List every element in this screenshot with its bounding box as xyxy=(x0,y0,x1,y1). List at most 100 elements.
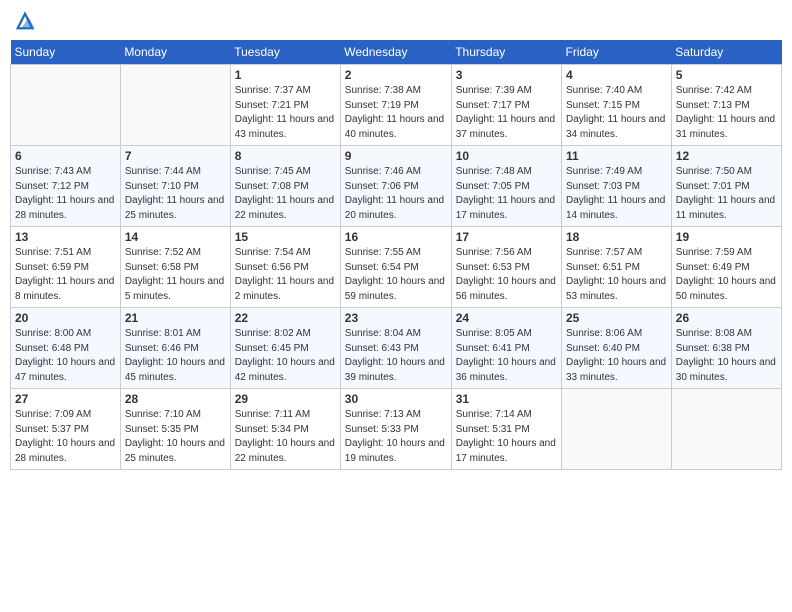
calendar-cell: 16Sunrise: 7:55 AM Sunset: 6:54 PM Dayli… xyxy=(340,227,451,308)
calendar-cell: 10 Sunrise: 7:48 AM Sunset: 7:05 PM Dayli… xyxy=(451,146,561,227)
calendar-cell: 29 Sunrise: 7:11 AM Sunset: 5:34 PM Dayli… xyxy=(230,389,340,470)
calendar-cell: 17 Sunrise: 7:56 AM Sunset: 6:53 PM Dayli… xyxy=(451,227,561,308)
day-number: 10 xyxy=(456,149,557,163)
calendar-cell: 4Sunrise: 7:40 AM Sunset: 7:15 PM Daylig… xyxy=(562,65,672,146)
day-number: 4 xyxy=(566,68,667,82)
calendar-cell: 20 Sunrise: 8:00 AM Sunset: 6:48 PM Dayli… xyxy=(11,308,121,389)
day-info: Sunrise: 7:14 AM Sunset: 5:31 PM Dayligh… xyxy=(456,408,557,466)
calendar-cell: 7Sunrise: 7:44 AM Sunset: 7:10 PM Daylig… xyxy=(120,146,230,227)
day-number: 15 xyxy=(235,230,336,244)
calendar-cell xyxy=(11,65,121,146)
day-number: 8 xyxy=(235,149,336,163)
day-info: Sunrise: 8:08 AM Sunset: 6:38 PM Dayligh… xyxy=(676,327,777,385)
day-number: 22 xyxy=(235,311,336,325)
day-number: 30 xyxy=(345,392,447,406)
day-number: 28 xyxy=(125,392,226,406)
day-info: Sunrise: 7:57 AM Sunset: 6:51 PM Dayligh… xyxy=(566,246,667,304)
day-number: 19 xyxy=(676,230,777,244)
day-number: 12 xyxy=(676,149,777,163)
day-of-week-header: Saturday xyxy=(671,40,781,65)
calendar-cell: 18 Sunrise: 7:57 AM Sunset: 6:51 PM Dayli… xyxy=(562,227,672,308)
day-number: 13 xyxy=(15,230,116,244)
calendar-cell: 13 Sunrise: 7:51 AM Sunset: 6:59 PM Dayli… xyxy=(11,227,121,308)
calendar-cell: 3 Sunrise: 7:39 AM Sunset: 7:17 PM Daylig… xyxy=(451,65,561,146)
calendar-week-row: 20 Sunrise: 8:00 AM Sunset: 6:48 PM Dayli… xyxy=(11,308,782,389)
calendar-table: SundayMondayTuesdayWednesdayThursdayFrid… xyxy=(10,40,782,470)
calendar-cell: 1Sunrise: 7:37 AM Sunset: 7:21 PM Daylig… xyxy=(230,65,340,146)
day-info: Sunrise: 7:39 AM Sunset: 7:17 PM Dayligh… xyxy=(456,84,557,142)
calendar-cell: 8 Sunrise: 7:45 AM Sunset: 7:08 PM Daylig… xyxy=(230,146,340,227)
calendar-cell xyxy=(671,389,781,470)
calendar-header-row: SundayMondayTuesdayWednesdayThursdayFrid… xyxy=(11,40,782,65)
day-info: Sunrise: 7:43 AM Sunset: 7:12 PM Dayligh… xyxy=(15,165,116,223)
calendar-cell: 23Sunrise: 8:04 AM Sunset: 6:43 PM Dayli… xyxy=(340,308,451,389)
day-info: Sunrise: 8:00 AM Sunset: 6:48 PM Dayligh… xyxy=(15,327,116,385)
day-info: Sunrise: 8:04 AM Sunset: 6:43 PM Dayligh… xyxy=(345,327,447,385)
calendar-cell: 2 Sunrise: 7:38 AM Sunset: 7:19 PM Daylig… xyxy=(340,65,451,146)
day-info: Sunrise: 7:10 AM Sunset: 5:35 PM Dayligh… xyxy=(125,408,226,466)
day-number: 27 xyxy=(15,392,116,406)
day-number: 18 xyxy=(566,230,667,244)
day-number: 21 xyxy=(125,311,226,325)
day-of-week-header: Thursday xyxy=(451,40,561,65)
day-info: Sunrise: 7:48 AM Sunset: 7:05 PM Dayligh… xyxy=(456,165,557,223)
calendar-cell: 15 Sunrise: 7:54 AM Sunset: 6:56 PM Dayli… xyxy=(230,227,340,308)
day-number: 25 xyxy=(566,311,667,325)
calendar-cell: 21 Sunrise: 8:01 AM Sunset: 6:46 PM Dayli… xyxy=(120,308,230,389)
calendar-cell: 14 Sunrise: 7:52 AM Sunset: 6:58 PM Dayli… xyxy=(120,227,230,308)
day-info: Sunrise: 7:46 AM Sunset: 7:06 PM Dayligh… xyxy=(345,165,447,223)
calendar-cell: 19 Sunrise: 7:59 AM Sunset: 6:49 PM Dayli… xyxy=(671,227,781,308)
calendar-cell: 24Sunrise: 8:05 AM Sunset: 6:41 PM Dayli… xyxy=(451,308,561,389)
calendar-cell: 6 Sunrise: 7:43 AM Sunset: 7:12 PM Daylig… xyxy=(11,146,121,227)
calendar-cell: 22 Sunrise: 8:02 AM Sunset: 6:45 PM Dayli… xyxy=(230,308,340,389)
day-number: 24 xyxy=(456,311,557,325)
day-of-week-header: Monday xyxy=(120,40,230,65)
calendar-cell: 26 Sunrise: 8:08 AM Sunset: 6:38 PM Dayli… xyxy=(671,308,781,389)
calendar-week-row: 13 Sunrise: 7:51 AM Sunset: 6:59 PM Dayli… xyxy=(11,227,782,308)
calendar-week-row: 1Sunrise: 7:37 AM Sunset: 7:21 PM Daylig… xyxy=(11,65,782,146)
calendar-cell: 12Sunrise: 7:50 AM Sunset: 7:01 PM Dayli… xyxy=(671,146,781,227)
day-info: Sunrise: 7:51 AM Sunset: 6:59 PM Dayligh… xyxy=(15,246,116,304)
day-number: 6 xyxy=(15,149,116,163)
day-number: 31 xyxy=(456,392,557,406)
day-of-week-header: Tuesday xyxy=(230,40,340,65)
calendar-cell: 25 Sunrise: 8:06 AM Sunset: 6:40 PM Dayli… xyxy=(562,308,672,389)
day-info: Sunrise: 7:13 AM Sunset: 5:33 PM Dayligh… xyxy=(345,408,447,466)
day-number: 29 xyxy=(235,392,336,406)
day-info: Sunrise: 7:44 AM Sunset: 7:10 PM Dayligh… xyxy=(125,165,226,223)
day-number: 3 xyxy=(456,68,557,82)
day-of-week-header: Sunday xyxy=(11,40,121,65)
day-info: Sunrise: 8:01 AM Sunset: 6:46 PM Dayligh… xyxy=(125,327,226,385)
day-number: 26 xyxy=(676,311,777,325)
calendar-cell: 31 Sunrise: 7:14 AM Sunset: 5:31 PM Dayli… xyxy=(451,389,561,470)
day-number: 5 xyxy=(676,68,777,82)
day-number: 14 xyxy=(125,230,226,244)
calendar-cell xyxy=(562,389,672,470)
day-number: 2 xyxy=(345,68,447,82)
day-number: 11 xyxy=(566,149,667,163)
day-info: Sunrise: 7:56 AM Sunset: 6:53 PM Dayligh… xyxy=(456,246,557,304)
day-info: Sunrise: 7:45 AM Sunset: 7:08 PM Dayligh… xyxy=(235,165,336,223)
day-info: Sunrise: 7:54 AM Sunset: 6:56 PM Dayligh… xyxy=(235,246,336,304)
calendar-cell: 30 Sunrise: 7:13 AM Sunset: 5:33 PM Dayli… xyxy=(340,389,451,470)
day-of-week-header: Wednesday xyxy=(340,40,451,65)
calendar-cell: 9 Sunrise: 7:46 AM Sunset: 7:06 PM Daylig… xyxy=(340,146,451,227)
calendar-cell: 27 Sunrise: 7:09 AM Sunset: 5:37 PM Dayli… xyxy=(11,389,121,470)
day-info: Sunrise: 7:49 AM Sunset: 7:03 PM Dayligh… xyxy=(566,165,667,223)
day-number: 17 xyxy=(456,230,557,244)
day-info: Sunrise: 8:06 AM Sunset: 6:40 PM Dayligh… xyxy=(566,327,667,385)
day-info: Sunrise: 7:38 AM Sunset: 7:19 PM Dayligh… xyxy=(345,84,447,142)
day-number: 16 xyxy=(345,230,447,244)
day-info: Sunrise: 7:59 AM Sunset: 6:49 PM Dayligh… xyxy=(676,246,777,304)
day-info: Sunrise: 7:11 AM Sunset: 5:34 PM Dayligh… xyxy=(235,408,336,466)
day-info: Sunrise: 8:02 AM Sunset: 6:45 PM Dayligh… xyxy=(235,327,336,385)
logo-icon xyxy=(14,10,36,32)
day-info: Sunrise: 7:09 AM Sunset: 5:37 PM Dayligh… xyxy=(15,408,116,466)
page-header xyxy=(10,10,782,32)
calendar-week-row: 27 Sunrise: 7:09 AM Sunset: 5:37 PM Dayli… xyxy=(11,389,782,470)
day-info: Sunrise: 7:52 AM Sunset: 6:58 PM Dayligh… xyxy=(125,246,226,304)
day-number: 9 xyxy=(345,149,447,163)
calendar-week-row: 6 Sunrise: 7:43 AM Sunset: 7:12 PM Daylig… xyxy=(11,146,782,227)
day-number: 20 xyxy=(15,311,116,325)
calendar-cell: 5Sunrise: 7:42 AM Sunset: 7:13 PM Daylig… xyxy=(671,65,781,146)
